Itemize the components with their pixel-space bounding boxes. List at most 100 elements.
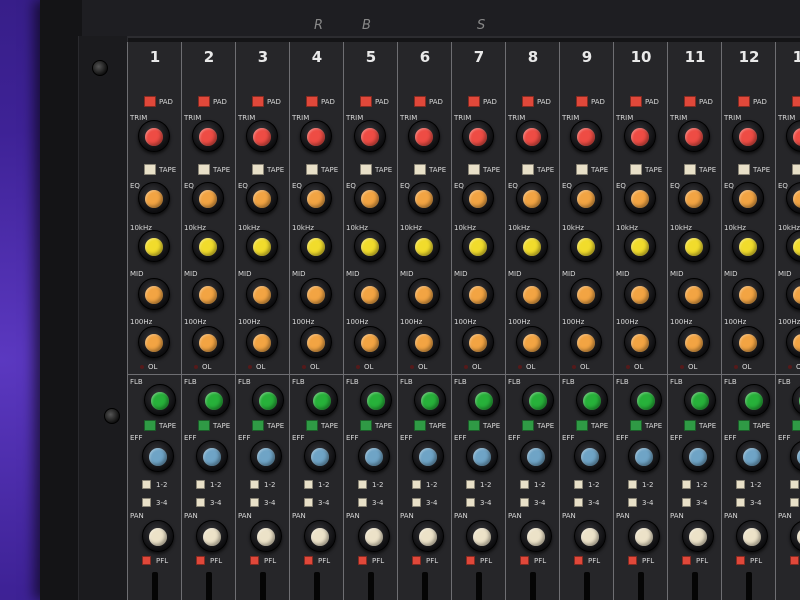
pfl-button[interactable] — [412, 556, 421, 565]
flb-knob[interactable] — [414, 384, 446, 416]
eq-low-knob[interactable] — [408, 278, 440, 310]
eq-mid-knob[interactable] — [678, 230, 710, 262]
eq-low-knob[interactable] — [354, 278, 386, 310]
eq-low-knob[interactable] — [138, 278, 170, 310]
flb-tape-button[interactable] — [738, 420, 750, 431]
eq-high-knob[interactable] — [354, 182, 386, 214]
bus-12-button[interactable] — [466, 480, 475, 489]
bus-34-button[interactable] — [142, 498, 151, 507]
trim-knob[interactable] — [408, 120, 440, 152]
eq-bottom-knob[interactable] — [462, 326, 494, 358]
fader-slot[interactable] — [206, 572, 212, 600]
tape-button[interactable] — [468, 164, 480, 175]
eq-low-knob[interactable] — [624, 278, 656, 310]
pfl-button[interactable] — [250, 556, 259, 565]
pad-button[interactable] — [576, 96, 588, 107]
eq-high-knob[interactable] — [408, 182, 440, 214]
trim-knob[interactable] — [732, 120, 764, 152]
flb-tape-button[interactable] — [198, 420, 210, 431]
bus-34-button[interactable] — [250, 498, 259, 507]
bus-12-button[interactable] — [628, 480, 637, 489]
trim-knob[interactable] — [192, 120, 224, 152]
pfl-button[interactable] — [736, 556, 745, 565]
bus-34-button[interactable] — [358, 498, 367, 507]
flb-tape-button[interactable] — [414, 420, 426, 431]
pad-button[interactable] — [252, 96, 264, 107]
pan-knob[interactable] — [574, 520, 606, 552]
fader-slot[interactable] — [584, 572, 590, 600]
eq-mid-knob[interactable] — [300, 230, 332, 262]
pan-knob[interactable] — [250, 520, 282, 552]
eq-bottom-knob[interactable] — [786, 326, 800, 358]
bus-34-button[interactable] — [790, 498, 799, 507]
eq-low-knob[interactable] — [516, 278, 548, 310]
eff-knob[interactable] — [142, 440, 174, 472]
pfl-button[interactable] — [142, 556, 151, 565]
eq-low-knob[interactable] — [246, 278, 278, 310]
eq-bottom-knob[interactable] — [300, 326, 332, 358]
flb-knob[interactable] — [306, 384, 338, 416]
eq-bottom-knob[interactable] — [354, 326, 386, 358]
eff-knob[interactable] — [250, 440, 282, 472]
eq-mid-knob[interactable] — [246, 230, 278, 262]
fader-slot[interactable] — [638, 572, 644, 600]
pad-button[interactable] — [414, 96, 426, 107]
eq-low-knob[interactable] — [678, 278, 710, 310]
eq-high-knob[interactable] — [462, 182, 494, 214]
eq-mid-knob[interactable] — [138, 230, 170, 262]
eq-bottom-knob[interactable] — [732, 326, 764, 358]
pad-button[interactable] — [468, 96, 480, 107]
trim-knob[interactable] — [300, 120, 332, 152]
pan-knob[interactable] — [304, 520, 336, 552]
flb-tape-button[interactable] — [360, 420, 372, 431]
bus-12-button[interactable] — [304, 480, 313, 489]
bus-12-button[interactable] — [412, 480, 421, 489]
flb-knob[interactable] — [360, 384, 392, 416]
pfl-button[interactable] — [466, 556, 475, 565]
eq-low-knob[interactable] — [732, 278, 764, 310]
fader-slot[interactable] — [422, 572, 428, 600]
flb-tape-button[interactable] — [684, 420, 696, 431]
pad-button[interactable] — [522, 96, 534, 107]
pfl-button[interactable] — [520, 556, 529, 565]
eq-high-knob[interactable] — [192, 182, 224, 214]
tape-button[interactable] — [306, 164, 318, 175]
eq-low-knob[interactable] — [300, 278, 332, 310]
bus-12-button[interactable] — [358, 480, 367, 489]
tape-button[interactable] — [360, 164, 372, 175]
eq-bottom-knob[interactable] — [192, 326, 224, 358]
fader-slot[interactable] — [530, 572, 536, 600]
tape-button[interactable] — [144, 164, 156, 175]
tape-button[interactable] — [198, 164, 210, 175]
pan-knob[interactable] — [790, 520, 800, 552]
trim-knob[interactable] — [462, 120, 494, 152]
flb-knob[interactable] — [576, 384, 608, 416]
eff-knob[interactable] — [736, 440, 768, 472]
flb-tape-button[interactable] — [306, 420, 318, 431]
bus-34-button[interactable] — [682, 498, 691, 507]
flb-tape-button[interactable] — [252, 420, 264, 431]
eq-high-knob[interactable] — [516, 182, 548, 214]
trim-knob[interactable] — [786, 120, 800, 152]
bus-34-button[interactable] — [520, 498, 529, 507]
flb-knob[interactable] — [522, 384, 554, 416]
eq-high-knob[interactable] — [624, 182, 656, 214]
trim-knob[interactable] — [354, 120, 386, 152]
pfl-button[interactable] — [196, 556, 205, 565]
pan-knob[interactable] — [682, 520, 714, 552]
eq-mid-knob[interactable] — [786, 230, 800, 262]
pad-button[interactable] — [198, 96, 210, 107]
bus-34-button[interactable] — [412, 498, 421, 507]
flb-knob[interactable] — [684, 384, 716, 416]
eq-mid-knob[interactable] — [570, 230, 602, 262]
flb-knob[interactable] — [630, 384, 662, 416]
eq-mid-knob[interactable] — [732, 230, 764, 262]
pad-button[interactable] — [792, 96, 800, 107]
pan-knob[interactable] — [142, 520, 174, 552]
pad-button[interactable] — [684, 96, 696, 107]
eq-high-knob[interactable] — [138, 182, 170, 214]
eff-knob[interactable] — [790, 440, 800, 472]
fader-slot[interactable] — [152, 572, 158, 600]
trim-knob[interactable] — [516, 120, 548, 152]
eq-low-knob[interactable] — [462, 278, 494, 310]
